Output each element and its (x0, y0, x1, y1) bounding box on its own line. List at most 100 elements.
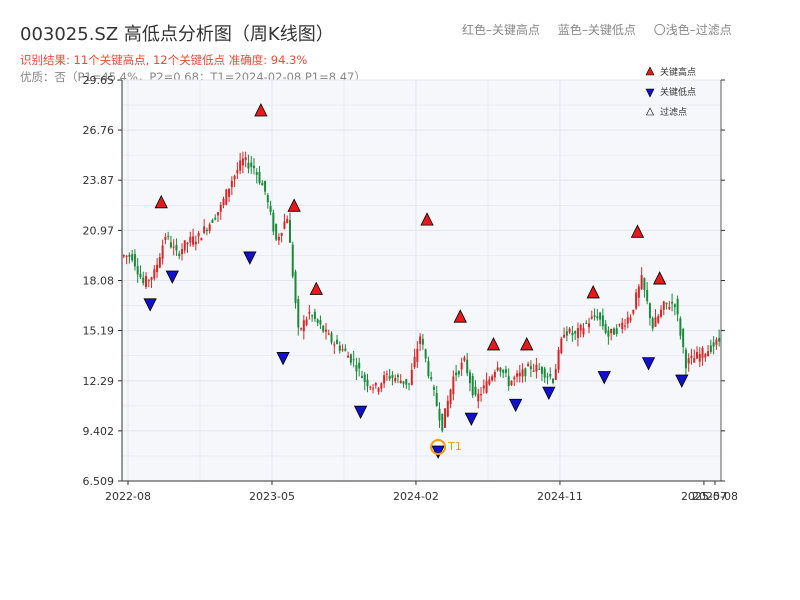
y-tick-label: 29.65 (83, 74, 115, 87)
candle-body (225, 189, 228, 205)
candle-body (671, 301, 674, 304)
candle-body (665, 302, 668, 305)
candle-body (358, 362, 361, 369)
candle-body (416, 348, 419, 362)
candle-body (626, 317, 629, 324)
candle-body (144, 275, 147, 288)
candle-body (590, 316, 593, 319)
candle-body (477, 393, 480, 402)
legend-high-icon (645, 66, 655, 76)
candle-body (250, 162, 253, 167)
candle-body (599, 312, 602, 320)
candle-body (380, 383, 383, 389)
candle-body (712, 342, 715, 347)
candle-body (228, 188, 231, 197)
candle-body (693, 358, 696, 363)
candle-body (336, 339, 339, 344)
candle-body (230, 180, 233, 188)
candle-body (563, 334, 566, 338)
candle-body (435, 393, 438, 406)
candle-body (178, 253, 181, 257)
candle-body (175, 244, 178, 251)
candlestick-chart: T1 6.509 9.402 12.29 15.19 18.08 20.97 23.87 26… (83, 66, 738, 503)
candle-body (419, 336, 422, 344)
candle-body (532, 370, 535, 372)
candle-body (247, 162, 250, 169)
candle-body (156, 264, 159, 273)
candle-body (480, 394, 483, 396)
candle-body (718, 337, 721, 342)
candle-body (698, 353, 701, 362)
candle-body (208, 224, 211, 231)
candle-body (568, 328, 571, 333)
candle-body (421, 339, 424, 345)
candle-body (233, 175, 236, 180)
candle-body (269, 205, 272, 212)
candle-body (369, 386, 372, 388)
candle-body (604, 323, 607, 333)
x-tick-label: 2024-11 (537, 490, 583, 503)
candle-body (352, 359, 355, 361)
candle-body (629, 317, 632, 321)
candle-body (300, 328, 303, 330)
candle-body (294, 271, 297, 304)
candle-body (715, 339, 718, 345)
candle-body (338, 345, 341, 351)
candle-body (444, 408, 447, 428)
candle-body (474, 386, 477, 395)
candle-body (643, 277, 646, 291)
candle-body (637, 286, 640, 298)
candle-body (682, 329, 685, 348)
candle-body (283, 221, 286, 229)
candle-body (524, 368, 527, 377)
candle-body (684, 349, 687, 369)
y-tick-label: 18.08 (83, 274, 115, 287)
candle-body (632, 309, 635, 314)
legend-label-filtered: 过滤点 (660, 106, 687, 118)
candle-body (549, 374, 552, 377)
candle-body (216, 212, 219, 216)
candle-body (521, 369, 524, 377)
candle-body (657, 316, 660, 323)
candle-body (468, 372, 471, 384)
candle-body (136, 266, 139, 275)
candle-body (302, 320, 305, 332)
y-tick-label: 6.509 (83, 475, 115, 488)
candle-body (662, 301, 665, 310)
candle-body (211, 219, 214, 223)
candle-body (305, 319, 308, 325)
y-tick-label: 15.19 (83, 325, 115, 338)
x-tick-label: 2025-08 (692, 490, 738, 503)
candle-body (546, 376, 549, 378)
candle-body (618, 324, 621, 326)
candle-body (615, 328, 618, 335)
candle-body (319, 320, 322, 325)
candle-body (610, 328, 613, 334)
y-tick-label: 12.29 (83, 375, 115, 388)
candle-body (266, 195, 269, 203)
candle-body (366, 379, 369, 387)
candle-body (696, 351, 699, 359)
candle-body (394, 378, 397, 382)
candle-body (219, 204, 222, 212)
candle-body (424, 349, 427, 359)
candle-body (579, 325, 582, 331)
candle-body (322, 325, 325, 332)
candle-body (355, 365, 358, 372)
candle-body (122, 255, 125, 257)
candle-body (471, 375, 474, 396)
candle-body (560, 338, 563, 354)
candle-body (205, 229, 208, 232)
candle-body (169, 242, 172, 248)
candle-body (408, 383, 411, 385)
x-tick-label: 2023-05 (249, 490, 295, 503)
y-tick-label: 20.97 (83, 224, 115, 237)
candle-body (455, 372, 458, 376)
candle-body (139, 273, 142, 278)
candle-body (197, 232, 200, 237)
candle-body (488, 379, 491, 385)
candle-body (516, 373, 519, 377)
candle-body (402, 381, 405, 384)
candle-body (543, 368, 546, 378)
candle-body (538, 368, 541, 370)
